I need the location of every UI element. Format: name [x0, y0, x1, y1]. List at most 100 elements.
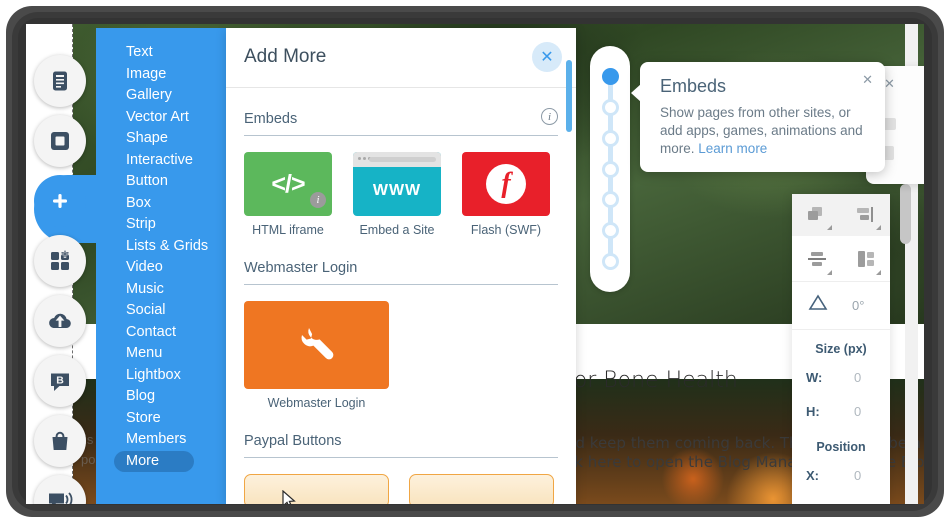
- page-stepper[interactable]: [590, 46, 630, 292]
- distribute-vertical-dropdown-icon[interactable]: [827, 270, 832, 275]
- flash-thumbnail: f: [462, 152, 550, 216]
- category-item-text[interactable]: Text: [96, 42, 226, 64]
- arrange-dropdown-icon[interactable]: [827, 225, 832, 230]
- rail-item-app-market[interactable]: [34, 235, 86, 287]
- distribute-vertical-icon: [807, 251, 826, 266]
- align-horizontal-button[interactable]: [841, 194, 890, 236]
- category-item-image[interactable]: Image: [96, 64, 226, 86]
- category-item-social[interactable]: Social: [96, 300, 226, 322]
- rail-item-chat[interactable]: [34, 475, 86, 504]
- width-label: W:: [806, 369, 823, 385]
- rotation-icon: [808, 294, 830, 317]
- stepper-dot-3[interactable]: [602, 129, 619, 147]
- dialog-body[interactable]: Embeds i </> i HTML iframe WWW Embed a S…: [226, 88, 576, 504]
- stepper-dot-4[interactable]: [602, 160, 619, 178]
- learn-more-link[interactable]: Learn more: [698, 141, 767, 156]
- x-field[interactable]: X: 0: [792, 458, 890, 492]
- tile-info-icon[interactable]: i: [310, 192, 326, 208]
- tile-caption: HTML iframe: [252, 223, 324, 237]
- upload-icon: [49, 313, 71, 329]
- width-field[interactable]: W: 0: [792, 360, 890, 394]
- distribute-vertical-button[interactable]: [792, 236, 841, 281]
- rail-item-uploads[interactable]: [34, 295, 86, 347]
- height-value: 0: [854, 403, 862, 419]
- www-label: WWW: [372, 182, 422, 199]
- pages-icon: [53, 71, 67, 91]
- tile-paypal-button-2[interactable]: [409, 474, 554, 504]
- tooltip-close-icon[interactable]: ✕: [862, 72, 873, 88]
- category-item-lightbox[interactable]: Lightbox: [96, 365, 226, 387]
- align-horizontal-dropdown-icon[interactable]: [876, 225, 881, 230]
- wrench-icon: [301, 328, 333, 360]
- category-item-more[interactable]: More: [114, 450, 194, 472]
- category-item-gallery[interactable]: Gallery: [96, 85, 226, 107]
- stepper-dot-6[interactable]: [602, 222, 619, 240]
- tile-caption: Webmaster Login: [267, 396, 366, 410]
- rail-item-blog[interactable]: B: [34, 355, 86, 407]
- browser-address-bar: [369, 157, 436, 162]
- category-item-menu[interactable]: Menu: [96, 343, 226, 365]
- category-item-members[interactable]: Members: [96, 429, 226, 451]
- align-vertical-button[interactable]: [841, 236, 890, 281]
- info-icon[interactable]: i: [541, 108, 558, 125]
- category-item-strip[interactable]: Strip: [96, 214, 226, 236]
- align-toolbar: [792, 236, 890, 282]
- tile-embed-a-site[interactable]: WWW Embed a Site: [353, 152, 441, 237]
- category-item-blog[interactable]: Blog: [96, 386, 226, 408]
- category-item-button[interactable]: Button: [96, 171, 226, 193]
- rotation-row[interactable]: 0°: [792, 282, 890, 330]
- rail-item-background[interactable]: [34, 115, 86, 167]
- stepper-dot-7[interactable]: [602, 253, 619, 270]
- html-iframe-thumbnail: </> i: [244, 152, 332, 216]
- dialog-scrollbar-thumb[interactable]: [566, 60, 572, 132]
- tile-flash-swf[interactable]: f Flash (SWF): [462, 152, 550, 237]
- category-item-box[interactable]: Box: [96, 193, 226, 215]
- blog-icon: B: [51, 373, 69, 391]
- tile-html-iframe[interactable]: </> i HTML iframe: [244, 152, 332, 504]
- secondary-panel-close-icon[interactable]: ✕: [884, 76, 895, 92]
- flash-glyph: f: [501, 168, 511, 199]
- section-title: Paypal Buttons: [244, 433, 342, 449]
- category-item-shape[interactable]: Shape: [96, 128, 226, 150]
- category-item-store[interactable]: Store: [96, 408, 226, 430]
- align-vertical-icon: [857, 250, 874, 267]
- stepper-dot-5[interactable]: [602, 191, 619, 209]
- category-item-lists-grids[interactable]: Lists & Grids: [96, 236, 226, 258]
- rail-item-pages[interactable]: [34, 55, 86, 107]
- tile-caption: Flash (SWF): [470, 223, 542, 237]
- section-header-embeds: Embeds i: [244, 108, 558, 136]
- rail-item-add[interactable]: [34, 175, 86, 227]
- arrange-button[interactable]: [792, 194, 841, 236]
- align-vertical-dropdown-icon[interactable]: [876, 270, 881, 275]
- tile-webmaster-login[interactable]: Webmaster Login: [244, 301, 389, 410]
- category-item-contact[interactable]: Contact: [96, 322, 226, 344]
- category-item-vector-art[interactable]: Vector Art: [96, 107, 226, 129]
- tile-paypal-button-1[interactable]: [244, 474, 389, 504]
- category-item-video[interactable]: Video: [96, 257, 226, 279]
- close-icon[interactable]: ✕: [532, 42, 562, 72]
- category-item-interactive[interactable]: Interactive: [96, 150, 226, 172]
- tile-caption: Embed a Site: [359, 223, 435, 237]
- tooltip-body: Show pages from other sites, or add apps…: [660, 104, 865, 158]
- embed-site-thumbnail: WWW: [353, 152, 441, 216]
- app-market-icon: [51, 250, 69, 270]
- canvas-scrollbar-thumb[interactable]: [900, 184, 911, 244]
- category-item-music[interactable]: Music: [96, 279, 226, 301]
- add-icon: [49, 190, 71, 212]
- dialog-title: Add More: [244, 46, 327, 67]
- stepper-dot-1[interactable]: [602, 68, 619, 85]
- chat-icon: [49, 492, 73, 504]
- webmaster-login-thumbnail: [244, 301, 389, 389]
- section-header-paypal-buttons: Paypal Buttons: [244, 432, 558, 458]
- background-icon: [51, 132, 69, 150]
- x-value: 0: [854, 467, 862, 483]
- rail-item-store[interactable]: [34, 415, 86, 467]
- stepper-dot-2[interactable]: [602, 98, 619, 116]
- embeds-tile-row: </> i HTML iframe WWW Embed a Site f Fla…: [244, 152, 558, 504]
- height-label: H:: [806, 403, 820, 419]
- height-field[interactable]: H: 0: [792, 394, 890, 428]
- add-more-dialog: Add More ✕ Embeds i </> i HTML iframe WW…: [226, 28, 576, 504]
- tooltip-title: Embeds: [660, 76, 727, 96]
- svg-text:B: B: [56, 375, 64, 387]
- webmaster-tile-row: Webmaster Login: [244, 301, 558, 410]
